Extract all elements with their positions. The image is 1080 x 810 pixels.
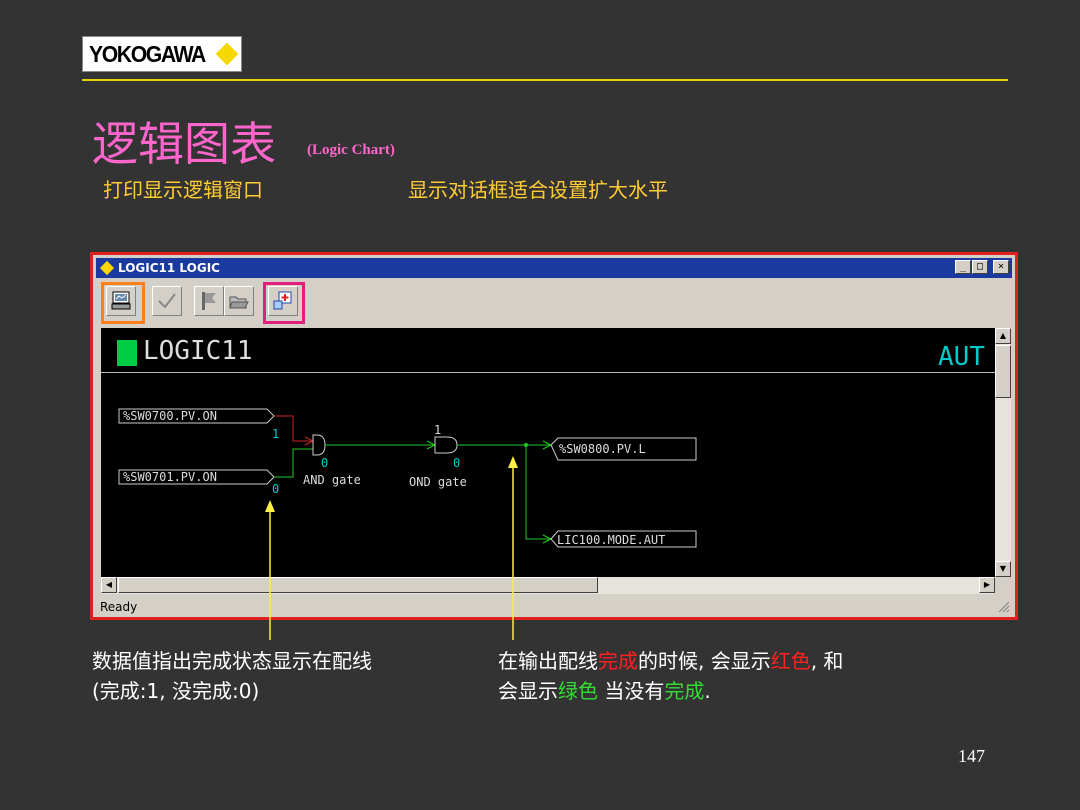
status-text: Ready: [100, 600, 138, 614]
input-tag-2: %SW0701.PV.ON: [123, 470, 217, 484]
callout-right-line2: 会显示绿色 当没有完成.: [498, 679, 711, 703]
minimize-button[interactable]: _: [955, 260, 971, 274]
check-icon: [158, 293, 176, 309]
and-gate[interactable]: [312, 434, 326, 456]
input-value-2: 0: [272, 482, 279, 496]
logic-diagram: %SW0700.PV.ON 1 %SW0701.PV.ON 0 0 AND ga…: [118, 408, 697, 548]
maximize-button[interactable]: □: [972, 260, 988, 274]
scroll-right-button[interactable]: ▶: [979, 577, 995, 593]
scroll-left-button[interactable]: ◀: [101, 577, 117, 593]
yokogawa-logo: YOKOGAWA: [82, 36, 242, 72]
scroll-up-button[interactable]: ▲: [995, 328, 1011, 344]
callout-wire-colors: 在输出配线完成的时候, 会显示红色, 和 会显示绿色 当没有完成.: [498, 646, 843, 706]
close-button[interactable]: ×: [993, 260, 1009, 274]
input-value-1: 1: [272, 427, 279, 441]
logic-chart-canvas[interactable]: LOGIC11 AUT %SW0700.PV.ON 1 %SW0701.PV.O…: [101, 328, 995, 577]
logic-window: LOGIC11 LOGIC _ □ × LOGIC11 AUT %SW0700.…: [90, 252, 1018, 620]
note-fit-dialog: 显示对话框适合设置扩大水平: [408, 178, 668, 202]
open-button[interactable]: [224, 286, 254, 316]
input-tag-1: %SW0700.PV.ON: [123, 409, 217, 423]
print-highlight: [101, 282, 145, 324]
folder-open-icon: [229, 296, 249, 309]
window-title: LOGIC11 LOGIC: [118, 261, 220, 275]
window-titlebar[interactable]: LOGIC11 LOGIC: [96, 258, 1012, 278]
and-gate-label: AND gate: [303, 473, 361, 487]
callout-left-line1: 数据值指出完成状态显示在配线: [92, 649, 372, 673]
status-indicator: [117, 340, 137, 366]
toolbar: [96, 280, 1012, 326]
ond-gate[interactable]: [434, 436, 458, 454]
output-tag-2: LIC100.MODE.AUT: [557, 533, 665, 547]
ond-gate-out-value: 0: [453, 456, 460, 470]
mode-indicator: AUT: [938, 342, 985, 372]
header-rule: [82, 79, 1008, 81]
ond-gate-label: OND gate: [409, 475, 467, 489]
page-title: 逻辑图表: [92, 117, 276, 171]
wire-green-4: [525, 445, 551, 540]
note-print-window: 打印显示逻辑窗口: [103, 178, 263, 202]
logic-name: LOGIC11: [143, 336, 253, 366]
logo-text: YOKOGAWA: [89, 40, 206, 67]
resize-grip-icon[interactable]: [998, 601, 1010, 613]
horizontal-scroll-thumb[interactable]: [118, 577, 598, 593]
flag-icon: [202, 292, 216, 310]
page-subtitle: (Logic Chart): [307, 142, 395, 158]
callout-left-line2: (完成:1, 没完成:0): [92, 679, 260, 703]
status-bar: Ready: [96, 597, 1012, 617]
zoom-fit-highlight: [263, 282, 305, 324]
page-number: 147: [958, 746, 985, 766]
scroll-down-button[interactable]: ▼: [995, 561, 1011, 577]
output-tag-1: %SW0800.PV.L: [559, 442, 646, 456]
check-button[interactable]: [152, 286, 182, 316]
logo-diamond-icon: [215, 42, 239, 66]
vertical-scrollbar[interactable]: ▲ ▼: [995, 328, 1011, 577]
callout-value-meaning: 数据值指出完成状态显示在配线 (完成:1, 没完成:0): [92, 646, 372, 706]
vertical-scroll-thumb[interactable]: [995, 345, 1011, 398]
ond-gate-in-value: 1: [434, 423, 441, 437]
wire-red: [274, 415, 313, 442]
callout-right-line1: 在输出配线完成的时候, 会显示红色, 和: [498, 649, 844, 673]
window-diamond-icon: [99, 260, 115, 276]
and-gate-out-value: 0: [321, 456, 328, 470]
horizontal-scrollbar[interactable]: ◀ ▶: [101, 577, 995, 594]
flag-button[interactable]: [194, 286, 224, 316]
